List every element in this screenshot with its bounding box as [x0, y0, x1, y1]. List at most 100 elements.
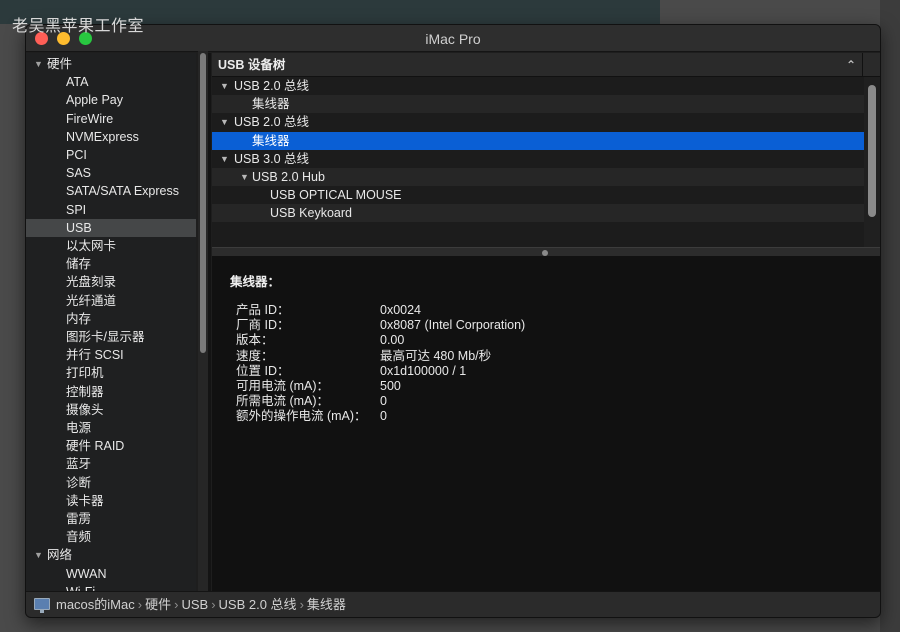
sidebar-item-label: SAS [66, 166, 92, 181]
sidebar-scrollbar[interactable] [198, 51, 208, 591]
system-information-window: iMac Pro ▼ 硬件 ATA Apple Pay FireWire NVMExpre… [25, 24, 881, 618]
sidebar-item-label: FireWire [66, 111, 114, 126]
split-view-divider[interactable] [212, 247, 880, 257]
sidebar-item[interactable]: FireWire [26, 110, 196, 128]
sidebar-item[interactable]: 光盘刻录 [26, 273, 196, 291]
sidebar-item-label: 蓝牙 [66, 457, 92, 472]
sidebar-item[interactable]: 读卡器 [26, 492, 196, 510]
sidebar-item[interactable]: 控制器 [26, 383, 196, 401]
tree-row[interactable]: USB OPTICAL MOUSE [212, 186, 864, 205]
sidebar-item[interactable]: WWAN [26, 565, 196, 583]
sidebar-category[interactable]: ▼ 网络 [26, 546, 196, 564]
sidebar-item-label: SPI [66, 202, 87, 217]
disclosure-triangle-icon[interactable]: ▼ [34, 546, 43, 564]
sidebar-item[interactable]: 蓝牙 [26, 455, 196, 473]
breadcrumb-item[interactable]: 硬件 [145, 597, 171, 612]
sidebar-item[interactable]: 摄像头 [26, 401, 196, 419]
tree-row[interactable]: ▼ USB 2.0 总线 [212, 77, 864, 95]
sidebar-item[interactable]: 诊断 [26, 474, 196, 492]
sidebar-item-label: 硬件 RAID [66, 439, 125, 454]
detail-key: 版本： [236, 333, 274, 348]
sidebar-item[interactable]: 雷雳 [26, 510, 196, 528]
detail-row: 位置 ID： 0x1d100000 / 1 [236, 364, 856, 379]
sidebar-item-label: 并行 SCSI [66, 348, 124, 363]
detail-pane: 集线器： 产品 ID： 0x0024 厂商 ID： 0x8087 (Intel Cor… [212, 257, 880, 591]
sidebar-item-label: 雷雳 [66, 512, 92, 526]
disclosure-triangle-icon[interactable]: ▼ [34, 55, 43, 73]
chevron-up-icon[interactable]: ⌃ [846, 53, 856, 77]
sidebar-item[interactable]: 打印机 [26, 364, 196, 382]
usb-device-tree: ▼ USB 2.0 总线 集线器 ▼ USB 2.0 总线 集线器 ▼ USB 3.0 总线 ▼… [212, 77, 864, 247]
sidebar-item[interactable]: USB [26, 218, 196, 237]
sidebar-scroll-thumb[interactable] [200, 53, 206, 353]
sidebar-item[interactable]: Apple Pay [26, 91, 196, 109]
sidebar-item[interactable]: 内存 [26, 310, 196, 328]
sidebar-item[interactable]: 储存 [26, 255, 196, 273]
breadcrumb-item[interactable]: 集线器 [307, 597, 346, 612]
sidebar-item[interactable]: SATA/SATA Express [26, 182, 196, 200]
tree-scroll-thumb[interactable] [868, 85, 876, 217]
sidebar-item-label: Apple Pay [66, 93, 123, 108]
detail-row: 额外的操作电流 (mA)： 0 [236, 409, 856, 424]
tree-row-label: USB OPTICAL MOUSE [270, 188, 402, 203]
sidebar-item[interactable]: SAS [26, 164, 196, 182]
tree-row[interactable]: 集线器 [212, 95, 864, 114]
header-separator [862, 53, 863, 77]
detail-value: 0.00 [380, 333, 405, 348]
disclosure-triangle-icon[interactable]: ▼ [220, 77, 229, 95]
divider-handle-icon[interactable] [542, 250, 548, 256]
sidebar-item-label: 内存 [66, 311, 92, 326]
sidebar-item-label: 控制器 [66, 384, 104, 399]
sidebar-item-label: PCI [66, 148, 87, 162]
content-pane: USB 设备树 ⌃ ▼ USB 2.0 总线 集线器 ▼ USB 2.0 总线 集线器 ▼ U… [212, 53, 880, 591]
sidebar-item[interactable]: NVMExpress [26, 128, 196, 146]
sidebar-item-label: 电源 [66, 421, 92, 435]
detail-row: 版本： 0.00 [236, 333, 856, 348]
breadcrumb-item[interactable]: USB [181, 597, 208, 612]
disclosure-triangle-icon[interactable]: ▼ [220, 150, 229, 168]
breadcrumb-item[interactable]: USB 2.0 总线 [219, 597, 297, 612]
tree-row-label: USB Keykoard [270, 206, 352, 221]
sidebar-item[interactable]: 图形卡/显示器 [26, 328, 196, 346]
sidebar-item[interactable]: 光纤通道 [26, 292, 196, 310]
detail-value: 0 [380, 394, 387, 409]
sidebar-category[interactable]: ▼ 硬件 [26, 55, 196, 73]
tree-row[interactable]: ▼ USB 2.0 总线 [212, 113, 864, 132]
sidebar-item[interactable]: 硬件 RAID [26, 437, 196, 455]
tree-row-label: USB 2.0 总线 [234, 79, 310, 93]
disclosure-triangle-icon[interactable]: ▼ [220, 113, 229, 131]
sidebar: ▼ 硬件 ATA Apple Pay FireWire NVMExpress PCI SAS S… [26, 53, 196, 591]
sidebar-item-label: Wi-Fi [66, 583, 95, 591]
sidebar-item[interactable]: SPI [26, 201, 196, 219]
sidebar-item[interactable]: 并行 SCSI [26, 346, 196, 364]
breadcrumb-separator-icon: › [174, 597, 179, 612]
sidebar-item[interactable]: Wi-Fi [26, 583, 196, 591]
sidebar-item[interactable]: PCI [26, 146, 196, 164]
background-desktop-right [880, 0, 900, 632]
sidebar-item-label: SATA/SATA Express [66, 184, 179, 199]
sidebar-divider[interactable] [208, 53, 211, 591]
detail-row: 产品 ID： 0x0024 [236, 303, 856, 318]
tree-row[interactable]: USB Keykoard [212, 204, 864, 223]
detail-value: 0x8087 (Intel Corporation) [380, 318, 526, 333]
tree-row[interactable]: 集线器 [212, 131, 864, 150]
sidebar-item[interactable]: 以太网卡 [26, 237, 196, 255]
detail-title: 集线器： [230, 275, 281, 289]
sidebar-item-label: 网络 [47, 548, 73, 563]
tree-row[interactable]: ▼ USB 3.0 总线 [212, 149, 864, 168]
tree-header[interactable]: USB 设备树 ⌃ [212, 53, 880, 77]
disclosure-triangle-icon[interactable]: ▼ [240, 168, 249, 186]
detail-key: 速度： [236, 348, 274, 363]
detail-value: 0 [380, 409, 387, 424]
sidebar-item[interactable]: 音频 [26, 528, 196, 546]
tree-scrollbar[interactable] [864, 77, 880, 247]
sidebar-item-label: 以太网卡 [66, 239, 117, 253]
detail-key: 厂商 ID： [236, 318, 290, 333]
title-bar[interactable]: iMac Pro [26, 25, 880, 52]
tree-row[interactable]: ▼ USB 2.0 Hub [212, 168, 864, 186]
detail-key: 所需电流 (mA)： [236, 394, 330, 409]
breadcrumb-item[interactable]: macos的iMac [56, 597, 135, 612]
sidebar-item[interactable]: 电源 [26, 419, 196, 437]
detail-row: 厂商 ID： 0x8087 (Intel Corporation) [236, 318, 856, 333]
sidebar-item[interactable]: ATA [26, 73, 196, 91]
